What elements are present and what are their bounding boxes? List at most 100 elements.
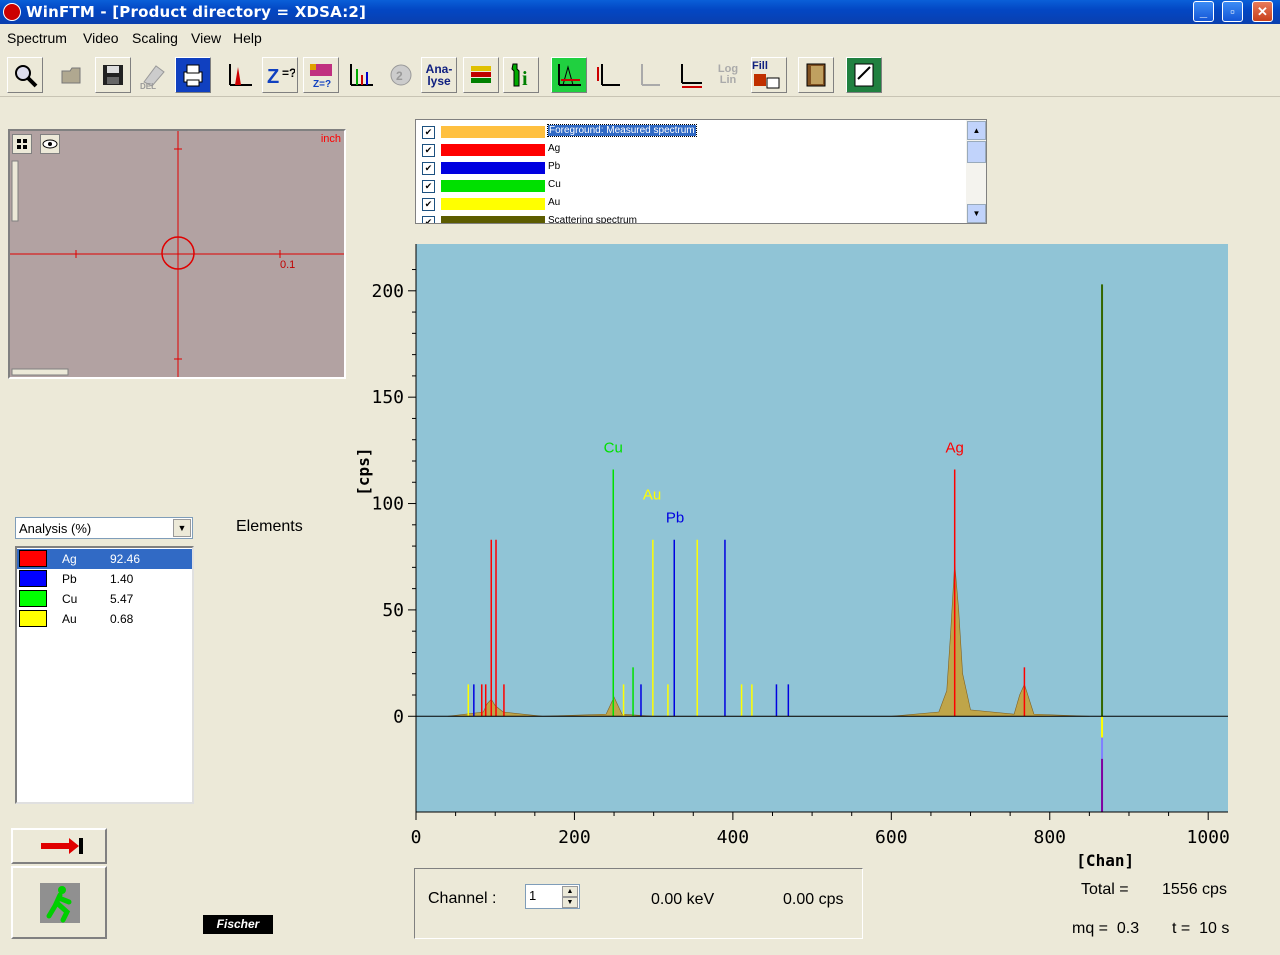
menu-help[interactable]: Help [233,30,262,46]
channel-energy: 0.00 keV [651,891,715,908]
close-button[interactable]: ✕ [1252,1,1273,22]
scale-x-button[interactable] [551,57,587,93]
start-measurement-button[interactable] [11,866,107,939]
result-element: Pb [62,572,77,586]
legend-item[interactable]: ✔ Foreground: Measured spectrum [416,123,966,141]
result-row[interactable]: Pb 1.40 [17,569,192,589]
analyse-button[interactable]: Ana- lyse [421,57,457,93]
menu-video[interactable]: Video [83,30,119,46]
legend-checkbox[interactable]: ✔ [422,144,435,157]
legend-swatch [441,216,545,223]
printer-icon [183,64,203,87]
elements-heading: Elements [236,518,303,535]
channel-cps: 0.00 cps [783,891,844,908]
fill-label: Fill [752,60,768,72]
chevron-down-icon[interactable]: ▼ [173,519,191,537]
legend-checkbox[interactable]: ✔ [422,216,435,223]
delete-button[interactable]: DEL [135,57,171,93]
scale-y-down-button[interactable] [630,57,666,93]
folder-icon [61,67,81,84]
fill-button[interactable]: Fill [751,57,787,93]
print-button[interactable] [175,57,211,93]
result-row[interactable]: Ag 92.46 [17,549,192,569]
legend-checkbox[interactable]: ✔ [422,126,435,139]
app-icon[interactable] [3,3,21,21]
legend-item[interactable]: ✔ Au [416,195,966,213]
scroll-down-button[interactable]: ▼ [967,204,986,223]
minimize-button[interactable]: _ [1193,1,1214,22]
exit-door-button[interactable] [798,57,834,93]
settings-button[interactable]: i [503,57,539,93]
scroll-up-button[interactable]: ▲ [967,121,986,140]
compare-button[interactable]: 2 [383,57,419,93]
legend-swatch [441,162,545,174]
layers-button[interactable] [463,57,499,93]
y-tick-label: 200 [371,281,404,302]
result-swatch [19,550,47,567]
zoom-button[interactable] [7,57,43,93]
y-tick-label: 50 [382,600,404,621]
door-icon [806,63,826,87]
report-button[interactable] [846,57,882,93]
maximize-button[interactable]: ▫ [1222,1,1243,22]
result-element: Cu [62,592,78,606]
gear-icon: 2 [390,64,412,86]
menu-spectrum[interactable]: Spectrum [7,30,67,46]
spin-down-button[interactable]: ▼ [562,897,578,908]
y-tick-label: 0 [393,706,404,727]
scale-y-button[interactable] [590,57,626,93]
scroll-thumb[interactable] [967,141,986,163]
legend-label: Foreground: Measured spectrum [547,124,697,137]
svg-text:Z: Z [267,66,279,88]
channel-value: 1 [529,888,537,903]
open-button[interactable] [55,57,91,93]
legend-item[interactable]: ✔ Pb [416,159,966,177]
floppy-icon [103,65,123,85]
element-id-button[interactable]: Z =? [262,57,298,93]
mq-value: mq = 0.3 [1072,920,1140,937]
result-element: Au [62,612,77,626]
peak-label: Cu [604,439,623,456]
svg-text:Z=?: Z=? [313,79,331,89]
scale-x-stretch-button[interactable] [672,57,708,93]
legend-scrollbar[interactable]: ▲ ▼ [966,120,986,223]
lin-label: Lin [719,74,737,86]
eraser-icon: DEL [140,65,165,90]
menu-view[interactable]: View [191,30,221,46]
wrench-info-icon: i [511,63,528,89]
video-preview[interactable]: inch 0.1 [8,129,346,379]
layers-icon [471,66,491,83]
y-tick-label: 100 [371,494,404,515]
legend-item[interactable]: ✔ Cu [416,177,966,195]
legend-checkbox[interactable]: ✔ [422,198,435,211]
result-row[interactable]: Au 0.68 [17,609,192,629]
legend-checkbox[interactable]: ✔ [422,162,435,175]
legend-checkbox[interactable]: ✔ [422,180,435,193]
z-question-icon: Z =? [267,66,295,88]
save-button[interactable] [95,57,131,93]
analysis-mode-select[interactable]: Analysis (%) ▼ [15,517,193,539]
stop-measurement-button[interactable] [11,828,107,864]
legend-item[interactable]: ✔ Scattering spectrum [416,213,966,223]
svg-text:=?: =? [282,66,295,80]
channel-spinner[interactable]: 1 ▲ ▼ [525,884,580,909]
result-value: 5.47 [110,592,134,606]
peak-label: Au [643,486,661,503]
scale-label: 0.1 [280,259,296,271]
log-lin-button[interactable]: Log Lin [710,57,746,93]
spectrum-lines-button[interactable] [343,57,379,93]
analysis-mode-value: Analysis (%) [19,521,92,536]
result-row[interactable]: Cu 5.47 [17,589,192,609]
spectrum-chart[interactable]: 0 50 100 150 200 0 200 400 600 800 1000 [Chan] [cps]… [355,240,1235,880]
spin-up-button[interactable]: ▲ [562,886,578,897]
analysis-results-list[interactable]: Ag 92.46 Pb 1.40 Cu 5.47 Au 0.68 [15,546,194,804]
legend-item[interactable]: ✔ Ag [416,141,966,159]
peak-button[interactable] [222,57,258,93]
peak-icon [229,64,252,86]
spectrum-legend-list[interactable]: ✔ Foreground: Measured spectrum ✔ Ag ✔ P… [415,119,987,224]
bar-lines-icon [350,64,373,86]
time-value: t = 10 s [1172,920,1230,937]
menu-scaling[interactable]: Scaling [132,30,178,46]
periodic-table-button[interactable]: Z=? [303,57,339,93]
result-swatch [19,590,47,607]
